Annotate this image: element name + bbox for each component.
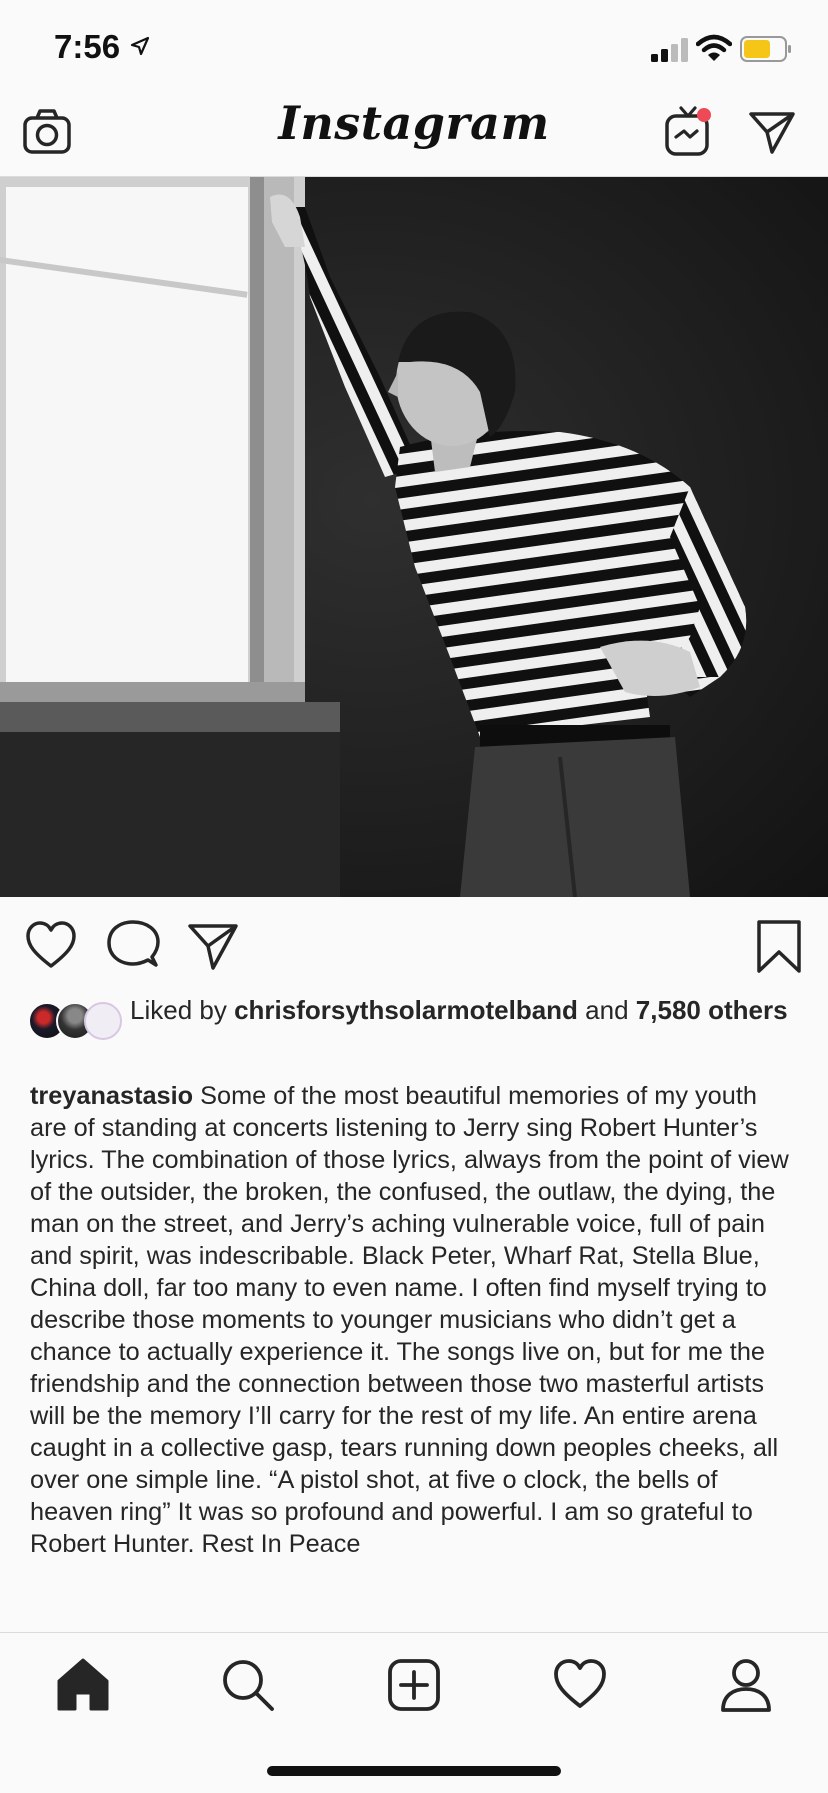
caption-username[interactable]: treyanastasio [30, 1082, 193, 1110]
cellular-signal-icon [651, 38, 688, 62]
caption-text: Some of the most beautiful memories of m… [30, 1082, 789, 1558]
heart-icon[interactable] [24, 919, 78, 973]
likes-row[interactable]: Liked by chrisforsythsolarmotelband and … [28, 994, 808, 1064]
home-icon[interactable] [55, 1657, 111, 1713]
post-image[interactable] [0, 177, 828, 897]
liked-by-others[interactable]: 7,580 others [636, 995, 788, 1025]
battery-icon [740, 36, 791, 62]
new-post-icon[interactable] [386, 1657, 442, 1713]
location-arrow-icon [130, 36, 150, 56]
wifi-icon [696, 34, 732, 61]
bookmark-icon[interactable] [752, 919, 806, 973]
direct-message-icon[interactable] [748, 108, 796, 156]
liker-avatars [28, 1002, 123, 1040]
search-icon[interactable] [220, 1657, 276, 1713]
liked-by-username[interactable]: chrisforsythsolarmotelband [234, 995, 578, 1025]
post-photo-illustration [0, 177, 828, 897]
share-icon[interactable] [186, 919, 240, 973]
liked-by-and: and [585, 995, 629, 1025]
likes-text: Liked by chrisforsythsolarmotelband and … [130, 994, 810, 1026]
post-actions [0, 897, 828, 997]
status-bar: 7:56 [0, 0, 828, 90]
liked-by-prefix: Liked by [130, 995, 227, 1025]
top-nav-bar: Instagram [0, 90, 828, 177]
status-time: 7:56 [54, 28, 121, 65]
profile-icon[interactable] [718, 1657, 774, 1713]
activity-heart-icon[interactable] [552, 1657, 608, 1713]
avatar [84, 1002, 122, 1040]
igtv-icon[interactable] [664, 104, 712, 158]
comment-icon[interactable] [106, 919, 160, 973]
home-indicator[interactable] [267, 1766, 561, 1776]
post-caption: treyanastasio Some of the most beautiful… [30, 1080, 800, 1560]
